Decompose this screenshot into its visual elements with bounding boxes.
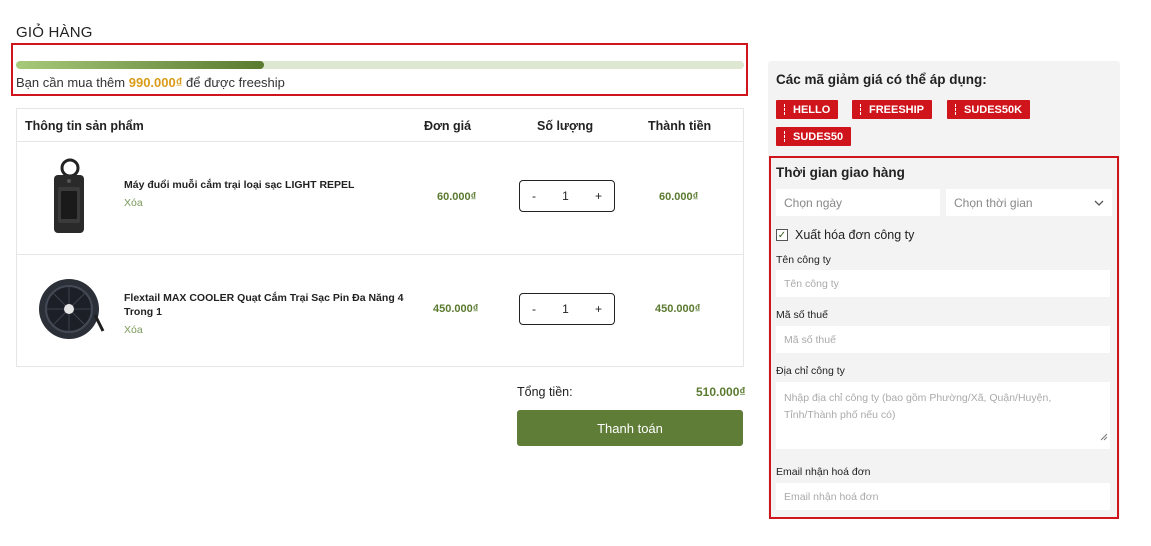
coupon-title: Các mã giảm giá có thể áp dụng: (776, 72, 987, 87)
quantity-value[interactable]: 1 (562, 189, 569, 203)
total-label: Tổng tiền: (517, 385, 573, 399)
company-address-textarea[interactable]: Nhập địa chỉ công ty (bao gồm Phường/Xã,… (776, 382, 1110, 449)
coupon-code: SUDES50K (964, 103, 1023, 116)
resize-handle-icon[interactable] (1100, 430, 1108, 447)
header-product: Thông tin sản phẩm (25, 119, 144, 133)
invoice-checkbox[interactable]: ✓ (776, 229, 788, 241)
decrease-quantity-button[interactable]: - (532, 189, 536, 203)
company-name-label: Tên công ty (776, 254, 831, 266)
total-value: 510.000₫ (696, 385, 746, 399)
coupon-tag[interactable]: SUDES50 (776, 127, 852, 146)
coupon-tag[interactable]: HELLO (776, 100, 839, 119)
coupon-code: HELLO (793, 103, 831, 116)
freeship-text-before: Bạn cần mua thêm (16, 75, 129, 90)
invoice-checkbox-row[interactable]: ✓ Xuất hóa đơn công ty (776, 228, 914, 242)
tax-code-label: Mã số thuế (776, 309, 828, 321)
time-select[interactable]: Chọn thời gian (946, 189, 1112, 216)
delivery-title: Thời gian giao hàng (776, 165, 905, 180)
table-row: Máy đuổi muỗi cắm trại loại sạc LIGHT RE… (17, 142, 743, 254)
quantity-stepper: - 1 + (519, 293, 615, 325)
quantity-value[interactable]: 1 (562, 302, 569, 316)
decrease-quantity-button[interactable]: - (532, 302, 536, 316)
freeship-message: Bạn cần mua thêm 990.000₫ để được freesh… (16, 75, 285, 90)
coupon-cut-icon (955, 104, 956, 115)
coupon-code: FREESHIP (869, 103, 925, 116)
checkout-button[interactable]: Thanh toán (517, 410, 743, 446)
remove-item-link[interactable]: Xóa (124, 324, 143, 336)
invoice-email-input[interactable]: Email nhận hoá đơn (776, 483, 1110, 510)
coupon-code: SUDES50 (793, 130, 844, 143)
table-row: Flextail MAX COOLER Quạt Cắm Trại Sạc Pi… (17, 255, 743, 367)
coupon-cut-icon (860, 104, 861, 115)
line-subtotal: 450.000₫ (655, 303, 701, 315)
line-subtotal: 60.000₫ (659, 191, 699, 203)
increase-quantity-button[interactable]: + (595, 189, 602, 203)
company-name-input[interactable]: Tên công ty (776, 270, 1110, 297)
freeship-amount: 990.000₫ (128, 75, 183, 90)
coupon-cut-icon (784, 104, 785, 115)
coupon-tag[interactable]: SUDES50K (947, 100, 1031, 119)
invoice-checkbox-label[interactable]: Xuất hóa đơn công ty (795, 228, 914, 242)
unit-price: 450.000₫ (433, 303, 479, 315)
remove-item-link[interactable]: Xóa (124, 197, 143, 209)
cart-table: Thông tin sản phẩm Đơn giá Số lượng Thàn… (16, 108, 744, 367)
quantity-stepper: - 1 + (519, 180, 615, 212)
header-subtotal: Thành tiền (648, 119, 712, 133)
coupon-cut-icon (784, 131, 785, 142)
freeship-text-after: để được freeship (182, 75, 285, 90)
header-quantity: Số lượng (537, 119, 594, 133)
invoice-email-label: Email nhận hoá đơn (776, 466, 871, 478)
company-address-placeholder: Nhập địa chỉ công ty (bao gồm Phường/Xã,… (784, 392, 1052, 421)
product-name[interactable]: Máy đuổi muỗi cắm trại loại sạc LIGHT RE… (124, 178, 406, 192)
freeship-progress-bar (16, 61, 744, 69)
coupon-tag[interactable]: FREESHIP (852, 100, 933, 119)
chevron-down-icon (1094, 200, 1104, 206)
company-address-label: Địa chỉ công ty (776, 365, 845, 377)
tax-code-input[interactable]: Mã số thuế (776, 326, 1110, 353)
header-unit-price: Đơn giá (424, 119, 472, 133)
time-select-value: Chọn thời gian (954, 195, 1033, 210)
date-picker[interactable]: Chọn ngày (776, 189, 940, 216)
unit-price: 60.000₫ (437, 191, 477, 203)
fan-icon (37, 275, 107, 355)
freeship-progress-fill (16, 61, 264, 69)
page-title: GIỎ HÀNG (16, 24, 93, 41)
mosquito-repeller-icon (45, 157, 115, 237)
increase-quantity-button[interactable]: + (595, 302, 602, 316)
product-name[interactable]: Flextail MAX COOLER Quạt Cắm Trại Sạc Pi… (124, 291, 406, 319)
